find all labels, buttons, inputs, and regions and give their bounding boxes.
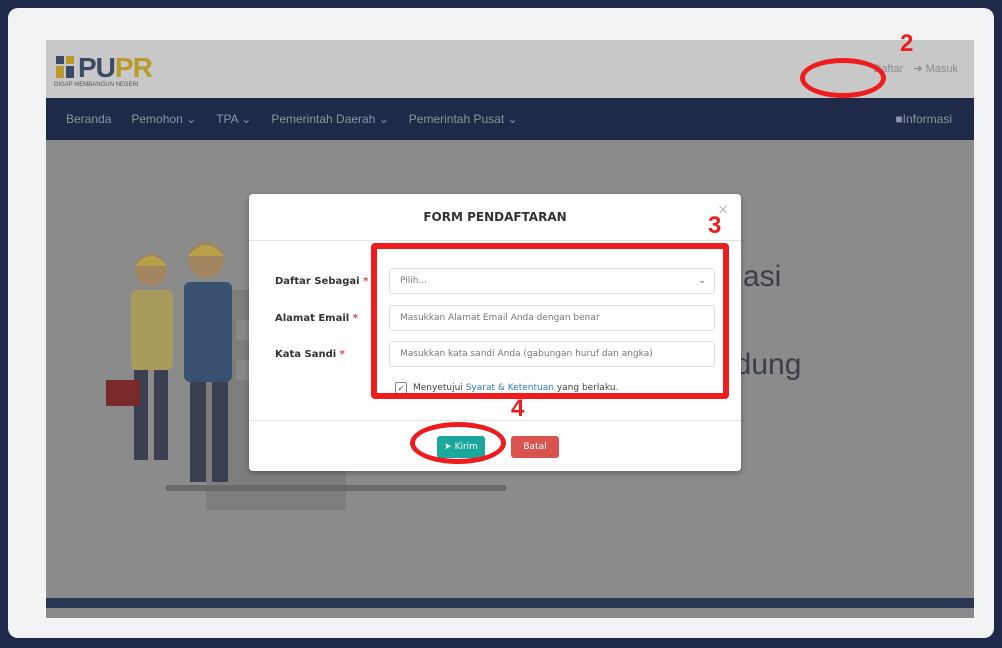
book-icon: ■ — [895, 112, 903, 126]
nav-item-pemerintah-pusat[interactable]: Pemerintah Pusat ⌄ — [409, 112, 518, 126]
modal-title: FORM PENDAFTARAN — [423, 210, 567, 224]
nav-item-beranda[interactable]: Beranda — [66, 112, 111, 126]
password-label: Kata Sandi * — [275, 349, 345, 360]
nav-item-pemerintah-daerah[interactable]: Pemerintah Daerah ⌄ — [271, 112, 388, 126]
daftar-sebagai-label: Daftar Sebagai * — [275, 276, 369, 287]
annotation-number-2: 2 — [900, 30, 914, 57]
nav-item-pemohon[interactable]: Pemohon ⌄ — [131, 112, 196, 126]
slide-frame: PUPR DIGAP MEMBANGUN NEGERI Daftar ➜ Mas… — [8, 8, 994, 638]
logo-tagline: DIGAP MEMBANGUN NEGERI — [54, 82, 139, 88]
annotation-box-3 — [371, 243, 729, 399]
cancel-label: Batal — [523, 442, 547, 452]
login-link[interactable]: ➜ Masuk — [913, 62, 958, 75]
annotation-number-4: 4 — [511, 395, 525, 422]
main-navbar: Beranda Pemohon ⌄ TPA ⌄ Pemerintah Daera… — [46, 98, 974, 140]
pupr-logo-icon — [56, 56, 74, 78]
email-label: Alamat Email * — [275, 313, 358, 324]
logo-text: PUPR — [78, 52, 153, 83]
modal-header-divider — [249, 240, 741, 241]
pupr-logo[interactable]: PUPR DIGAP MEMBANGUN NEGERI — [54, 50, 194, 90]
annotation-number-3: 3 — [708, 212, 722, 239]
cancel-button[interactable]: Batal — [511, 436, 559, 458]
annotation-circle-2 — [800, 58, 886, 98]
auth-links: Daftar ➜ Masuk — [873, 62, 958, 76]
nav-item-informasi[interactable]: ■Informasi — [895, 112, 952, 126]
annotation-circle-4 — [410, 422, 506, 464]
footer-bar — [46, 598, 974, 608]
nav-item-tpa[interactable]: TPA ⌄ — [216, 112, 251, 126]
modal-footer-divider — [249, 420, 741, 421]
